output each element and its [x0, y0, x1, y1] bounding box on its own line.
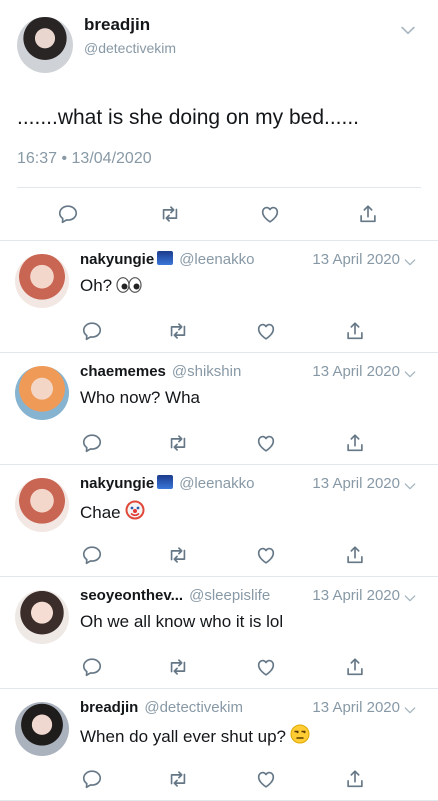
retweet-icon[interactable]	[166, 767, 190, 791]
reply-date: 13 April 2020	[312, 475, 400, 492]
reply-icon[interactable]	[80, 319, 104, 343]
reply-tweet: nakyungie @leenakko 13 April 2020 Oh?	[0, 241, 438, 353]
reply-text: Oh?	[80, 276, 142, 298]
avatar[interactable]	[15, 478, 69, 532]
avatar[interactable]	[15, 702, 69, 756]
handle[interactable]: @shikshin	[172, 363, 241, 380]
like-icon[interactable]	[258, 202, 282, 226]
chevron-down-icon[interactable]	[402, 366, 418, 386]
reply-tweet: nakyungie @leenakko 13 April 2020 Chae	[0, 465, 438, 577]
chevron-down-icon[interactable]	[402, 478, 418, 498]
reply-icon[interactable]	[56, 202, 80, 226]
retweet-icon[interactable]	[166, 655, 190, 679]
handle[interactable]: @detectivekim	[84, 40, 176, 56]
share-icon[interactable]	[343, 431, 367, 455]
avatar[interactable]	[17, 17, 73, 73]
chevron-down-icon[interactable]	[398, 20, 418, 45]
like-icon[interactable]	[254, 655, 278, 679]
unamused-emoji	[290, 724, 310, 749]
like-icon[interactable]	[254, 319, 278, 343]
avatar[interactable]	[15, 366, 69, 420]
handle[interactable]: @leenakko	[179, 475, 254, 492]
reply-text: Chae	[80, 500, 145, 525]
reply-tweet: chaememes @shikshin 13 April 2020 Who now…	[0, 353, 438, 465]
handle[interactable]: @sleepislife	[189, 587, 270, 604]
tweet-timestamp[interactable]: 16:37 • 13/04/2020	[17, 150, 152, 168]
display-name[interactable]: breadjin	[84, 15, 150, 35]
retweet-icon[interactable]	[166, 431, 190, 455]
reply-date: 13 April 2020	[312, 587, 400, 604]
reply-date: 13 April 2020	[312, 251, 400, 268]
share-icon[interactable]	[343, 543, 367, 567]
display-name[interactable]: breadjin	[80, 699, 138, 716]
like-icon[interactable]	[254, 767, 278, 791]
reply-icon[interactable]	[80, 767, 104, 791]
divider	[17, 187, 421, 188]
like-icon[interactable]	[254, 543, 278, 567]
clown-emoji	[125, 500, 145, 525]
reply-date: 13 April 2020	[312, 363, 400, 380]
reply-text: Oh we all know who it is lol	[80, 612, 284, 631]
reply-text: When do yall ever shut up?	[80, 724, 310, 749]
retweet-icon[interactable]	[166, 543, 190, 567]
display-name[interactable]: nakyungie	[80, 475, 154, 492]
reply-icon[interactable]	[80, 543, 104, 567]
chevron-down-icon[interactable]	[402, 590, 418, 610]
share-icon[interactable]	[356, 202, 380, 226]
reply-text-content: When do yall ever shut up?	[80, 727, 287, 746]
tweet-actions	[0, 202, 438, 228]
flag-badge	[157, 475, 174, 489]
share-icon[interactable]	[343, 319, 367, 343]
share-icon[interactable]	[343, 767, 367, 791]
reply-icon[interactable]	[80, 431, 104, 455]
chevron-down-icon[interactable]	[402, 702, 418, 722]
avatar[interactable]	[15, 254, 69, 308]
avatar[interactable]	[15, 590, 69, 644]
handle[interactable]: @detectivekim	[144, 699, 243, 716]
share-icon[interactable]	[343, 655, 367, 679]
reply-text: Who now? Wha	[80, 388, 200, 407]
reply-icon[interactable]	[80, 655, 104, 679]
eyes-emoji	[116, 277, 142, 298]
retweet-icon[interactable]	[166, 319, 190, 343]
main-tweet: breadjin @detectivekim .......what is sh…	[0, 0, 438, 241]
chevron-down-icon[interactable]	[402, 254, 418, 274]
reply-text-content: Oh?	[80, 276, 113, 295]
reply-tweet: seoyeonthev... @sleepislife 13 April 2020…	[0, 577, 438, 689]
tweet-text: .......what is she doing on my bed......	[17, 106, 360, 129]
handle[interactable]: @leenakko	[179, 251, 254, 268]
reply-date: 13 April 2020	[312, 699, 400, 716]
display-name[interactable]: chaememes	[80, 363, 166, 380]
reply-text-content: Chae	[80, 503, 121, 522]
display-name[interactable]: nakyungie	[80, 251, 154, 268]
like-icon[interactable]	[254, 431, 278, 455]
retweet-icon[interactable]	[158, 202, 182, 226]
reply-tweet: breadjin @detectivekim 13 April 2020 When…	[0, 689, 438, 801]
flag-badge	[157, 251, 174, 265]
display-name[interactable]: seoyeonthev...	[80, 587, 183, 604]
